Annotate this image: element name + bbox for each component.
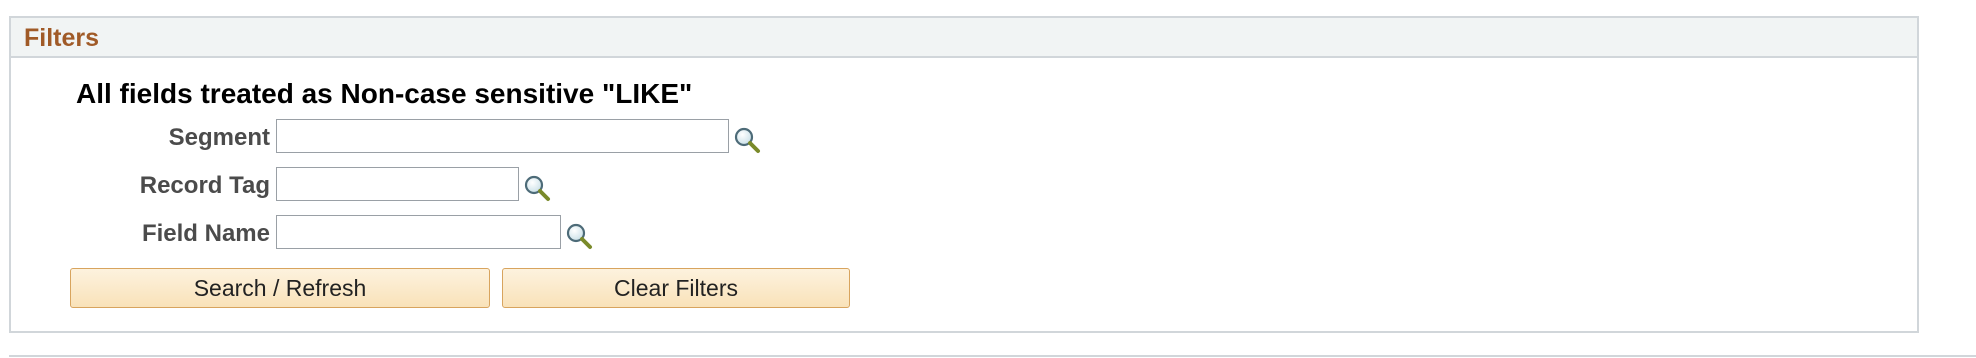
segment-input[interactable]	[276, 119, 729, 153]
filters-title: Filters	[24, 24, 100, 52]
field-name-lookup-icon[interactable]	[565, 222, 593, 250]
field-name-input[interactable]	[276, 215, 561, 249]
record-tag-lookup-icon[interactable]	[523, 174, 551, 202]
field-name-label: Field Name	[141, 220, 270, 247]
filters-note: All fields treated as Non-case sensitive…	[76, 78, 693, 109]
filters-panel-header: Filters	[11, 18, 1917, 58]
clear-filters-button[interactable]: Clear Filters	[502, 268, 850, 308]
record-tag-input[interactable]	[276, 167, 519, 201]
segment-label: Segment	[168, 124, 270, 151]
search-refresh-button[interactable]: Search / Refresh	[70, 268, 490, 308]
bottom-divider	[9, 355, 1976, 357]
record-tag-label: Record Tag	[139, 172, 270, 199]
segment-lookup-icon[interactable]	[733, 126, 761, 154]
